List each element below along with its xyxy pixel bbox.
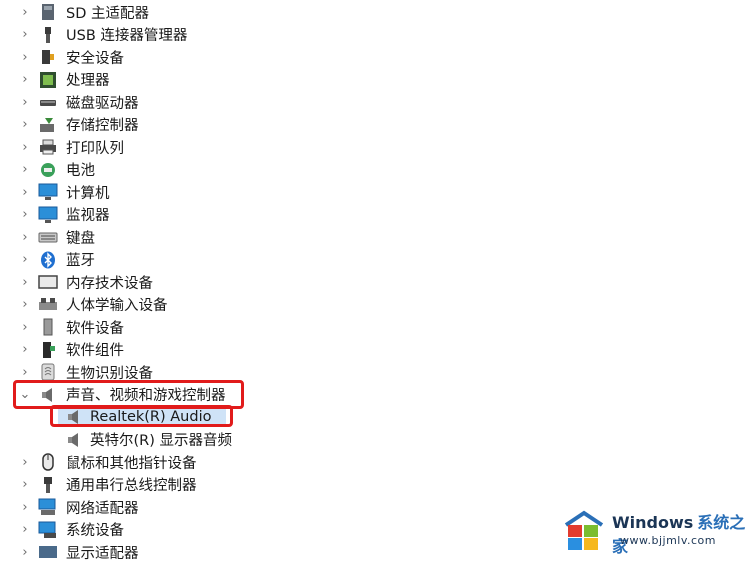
chevron-right-icon[interactable]: › bbox=[18, 455, 32, 470]
battery-icon bbox=[38, 160, 58, 180]
watermark-title: Windows 系统之家 bbox=[612, 509, 750, 557]
chevron-right-icon[interactable]: › bbox=[18, 117, 32, 132]
tree-item-bluetooth[interactable]: › 蓝牙 bbox=[0, 249, 754, 272]
tree-item-software-components[interactable]: › 软件组件 bbox=[0, 339, 754, 362]
usb-icon bbox=[38, 25, 58, 45]
tree-item-label: 计算机 bbox=[66, 185, 110, 202]
software-component-icon bbox=[38, 340, 58, 360]
chevron-right-icon[interactable]: › bbox=[18, 140, 32, 155]
tree-item-label: 安全设备 bbox=[66, 50, 124, 67]
chevron-right-icon[interactable]: › bbox=[18, 477, 32, 492]
red-highlight-box-device bbox=[50, 405, 233, 427]
system-device-icon bbox=[38, 520, 58, 540]
memory-device-icon bbox=[38, 272, 58, 292]
tree-item-label: SD 主适配器 bbox=[66, 5, 149, 22]
chevron-right-icon[interactable]: › bbox=[18, 5, 32, 20]
chevron-right-icon[interactable]: › bbox=[18, 522, 32, 537]
chevron-right-icon[interactable]: › bbox=[18, 275, 32, 290]
bluetooth-icon bbox=[38, 250, 58, 270]
tree-item-print-queues[interactable]: › 打印队列 bbox=[0, 136, 754, 159]
windows-logo-icon bbox=[564, 510, 604, 550]
mouse-icon bbox=[38, 452, 58, 472]
chevron-right-icon[interactable]: › bbox=[18, 162, 32, 177]
tree-item-label: USB 连接器管理器 bbox=[66, 28, 188, 45]
chevron-right-icon[interactable]: › bbox=[18, 72, 32, 87]
tree-item-label: 存储控制器 bbox=[66, 118, 139, 135]
chevron-right-icon[interactable]: › bbox=[18, 230, 32, 245]
tree-item-batteries[interactable]: › 电池 bbox=[0, 159, 754, 182]
tree-item-label: 键盘 bbox=[66, 230, 95, 247]
tree-item-storage-controllers[interactable]: › 存储控制器 bbox=[0, 114, 754, 137]
tree-item-label: 磁盘驱动器 bbox=[66, 95, 139, 112]
tree-item-label: 电池 bbox=[66, 163, 95, 180]
chevron-right-icon[interactable]: › bbox=[18, 207, 32, 222]
security-key-icon bbox=[38, 47, 58, 67]
tree-item-label: 网络适配器 bbox=[66, 500, 139, 517]
sd-card-icon bbox=[38, 2, 58, 22]
printer-icon bbox=[38, 137, 58, 157]
chevron-right-icon[interactable]: › bbox=[18, 50, 32, 65]
tree-item-usb-controllers[interactable]: › 通用串行总线控制器 bbox=[0, 474, 754, 497]
tree-item-usb-connector-managers[interactable]: › USB 连接器管理器 bbox=[0, 24, 754, 47]
keyboard-icon bbox=[38, 227, 58, 247]
tree-item-computer[interactable]: › 计算机 bbox=[0, 181, 754, 204]
tree-item-label: 系统设备 bbox=[66, 523, 124, 540]
chevron-right-icon[interactable]: › bbox=[18, 297, 32, 312]
processor-icon bbox=[38, 70, 58, 90]
tree-item-processors[interactable]: › 处理器 bbox=[0, 69, 754, 92]
tree-item-human-interface-devices[interactable]: › 人体学输入设备 bbox=[0, 294, 754, 317]
hid-icon bbox=[38, 295, 58, 315]
watermark-title-en: Windows bbox=[612, 513, 694, 532]
chevron-right-icon[interactable]: › bbox=[18, 365, 32, 380]
tree-item-disk-drives[interactable]: › 磁盘驱动器 bbox=[0, 91, 754, 114]
software-device-icon bbox=[38, 317, 58, 337]
computer-icon bbox=[38, 182, 58, 202]
network-adapter-icon bbox=[38, 497, 58, 517]
chevron-right-icon[interactable]: › bbox=[18, 545, 32, 560]
tree-item-label: 软件设备 bbox=[66, 320, 124, 337]
tree-item-label: 处理器 bbox=[66, 73, 110, 90]
tree-item-label: 通用串行总线控制器 bbox=[66, 478, 197, 495]
chevron-right-icon[interactable]: › bbox=[18, 95, 32, 110]
chevron-right-icon[interactable]: › bbox=[18, 252, 32, 267]
tree-item-memory-technology-devices[interactable]: › 内存技术设备 bbox=[0, 271, 754, 294]
tree-item-label: 显示适配器 bbox=[66, 545, 139, 562]
chevron-right-icon[interactable]: › bbox=[18, 500, 32, 515]
display-adapter-icon bbox=[38, 542, 58, 562]
tree-item-label: 蓝牙 bbox=[66, 253, 95, 270]
tree-item-keyboards[interactable]: › 键盘 bbox=[0, 226, 754, 249]
tree-item-label: 内存技术设备 bbox=[66, 275, 153, 292]
tree-item-label: 打印队列 bbox=[66, 140, 124, 157]
chevron-right-icon[interactable]: › bbox=[18, 185, 32, 200]
tree-item-sd-host-adapters[interactable]: › SD 主适配器 bbox=[0, 1, 754, 24]
tree-item-label: 软件组件 bbox=[66, 343, 124, 360]
tree-item-label: 鼠标和其他指针设备 bbox=[66, 455, 197, 472]
tree-item-label: 英特尔(R) 显示器音频 bbox=[90, 433, 232, 450]
storage-controller-icon bbox=[38, 115, 58, 135]
tree-item-label: 人体学输入设备 bbox=[66, 298, 168, 315]
tree-item-security-devices[interactable]: › 安全设备 bbox=[0, 46, 754, 69]
speaker-icon bbox=[64, 430, 84, 450]
chevron-right-icon[interactable]: › bbox=[18, 320, 32, 335]
disk-drive-icon bbox=[38, 92, 58, 112]
watermark-url: www.bjjmlv.com bbox=[620, 534, 716, 547]
tree-child-intel-display-audio[interactable]: 英特尔(R) 显示器音频 bbox=[0, 429, 754, 452]
tree-item-mice-pointing-devices[interactable]: › 鼠标和其他指针设备 bbox=[0, 451, 754, 474]
chevron-right-icon[interactable]: › bbox=[18, 27, 32, 42]
watermark: Windows 系统之家 www.bjjmlv.com bbox=[560, 501, 750, 557]
tree-item-monitors[interactable]: › 监视器 bbox=[0, 204, 754, 227]
usb-controller-icon bbox=[38, 475, 58, 495]
chevron-right-icon[interactable]: › bbox=[18, 342, 32, 357]
device-tree: › SD 主适配器 › USB 连接器管理器 › 安全设备 › 处理器 › 磁盘… bbox=[0, 1, 754, 564]
tree-item-software-devices[interactable]: › 软件设备 bbox=[0, 316, 754, 339]
monitor-icon bbox=[38, 205, 58, 225]
tree-item-label: 监视器 bbox=[66, 208, 110, 225]
